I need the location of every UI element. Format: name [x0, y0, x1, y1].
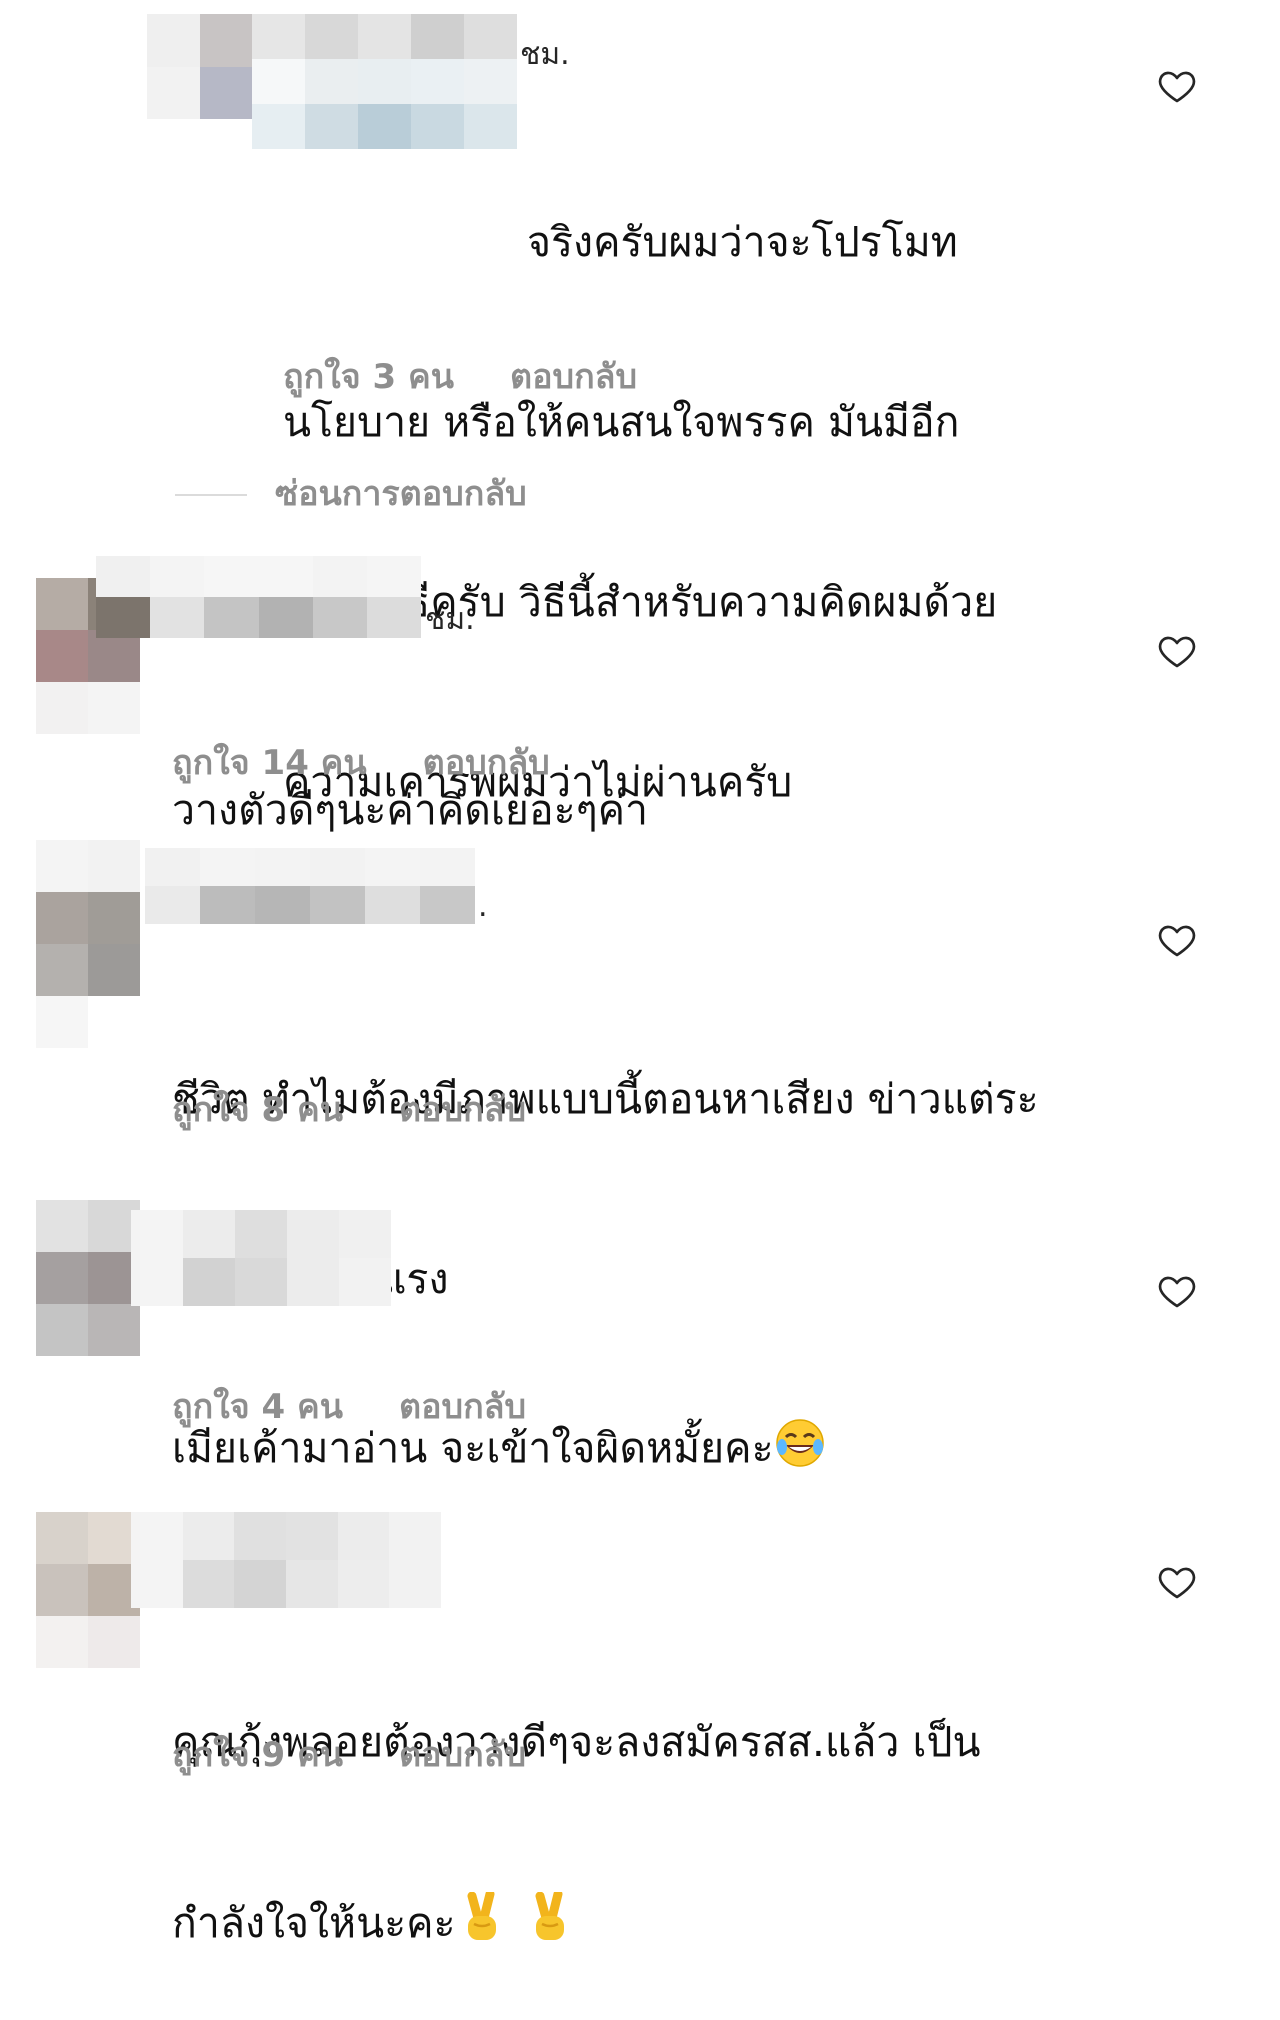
- likes-count[interactable]: ถูกใจ 9 คน: [172, 1735, 343, 1775]
- avatar-blurred[interactable]: [147, 14, 252, 119]
- comment-text: คุณกุ้งพลอยต้องวางดีๆจะลงสมัครสส.แล้ว เป…: [172, 1592, 1132, 2020]
- reply-button[interactable]: ตอบกลับ: [510, 357, 637, 397]
- like-heart-icon[interactable]: [1157, 1271, 1197, 1311]
- reply-button[interactable]: ตอบกลับ: [423, 743, 550, 783]
- hide-replies-divider: [175, 494, 247, 496]
- avatar-blurred-lower: [36, 996, 88, 1048]
- like-heart-icon[interactable]: [1157, 66, 1197, 106]
- avatar-blurred[interactable]: [36, 1512, 140, 1668]
- like-heart-icon[interactable]: [1157, 1562, 1197, 1602]
- reply-button[interactable]: ตอบกลับ: [399, 1735, 526, 1775]
- likes-count[interactable]: ถูกใจ 8 คน: [172, 1090, 343, 1130]
- comment-text-line: กำลังใจให้นะคะ: [172, 1889, 1132, 1960]
- comment-text-line: เมียเค้ามาอ่าน จะเข้าใจผิดหมั้ยคะ: [172, 1417, 1132, 1485]
- comment-text-line: นโยบาย หรือให้คนสนใจพรรค มันมีอีก: [283, 398, 960, 446]
- comment-text-span: เมียเค้ามาอ่าน จะเข้าใจผิดหมั้ยคะ: [172, 1424, 774, 1472]
- reply-button[interactable]: ตอบกลับ: [399, 1090, 526, 1130]
- like-heart-icon[interactable]: [1157, 631, 1197, 671]
- comment-time: ชม.: [425, 602, 475, 637]
- comment-time: ชม.: [520, 37, 570, 72]
- comment-meta: ถูกใจ 14 คน ตอบกลับ: [172, 743, 550, 783]
- comment-time: .: [478, 889, 488, 924]
- comment-text-span: กำลังใจให้นะคะ: [172, 1899, 456, 1947]
- comment-text-line: วางตัวดีๆนะค่าคิดเยอะๆค่า: [172, 786, 649, 834]
- likes-count[interactable]: ถูกใจ 14 คน: [172, 743, 367, 783]
- hide-replies-button[interactable]: ซ่อนการตอบกลับ: [275, 474, 527, 514]
- like-heart-icon[interactable]: [1157, 920, 1197, 960]
- likes-count[interactable]: ถูกใจ 4 คน: [172, 1387, 343, 1427]
- avatar-blurred[interactable]: [36, 1200, 140, 1356]
- reply-button[interactable]: ตอบกลับ: [399, 1387, 526, 1427]
- victory-hand-icon: [528, 1889, 574, 1960]
- username-blurred[interactable]: [96, 556, 421, 638]
- victory-hand-icon: [460, 1889, 506, 1960]
- avatar-blurred[interactable]: [36, 840, 140, 996]
- username-blurred[interactable]: [145, 848, 475, 924]
- likes-count[interactable]: ถูกใจ 3 คน: [283, 357, 454, 397]
- username-blurred[interactable]: [131, 1210, 391, 1306]
- comment-meta: ถูกใจ 8 คน ตอบกลับ: [172, 1090, 526, 1130]
- face-with-tears-of-joy-icon: [774, 1417, 826, 1485]
- comment-meta: ถูกใจ 4 คน ตอบกลับ: [172, 1387, 526, 1427]
- comment-text-line: จริงครับผมว่าจะโปรโมท: [527, 218, 958, 266]
- comment-meta: ถูกใจ 3 คน ตอบกลับ: [283, 357, 637, 397]
- comment-meta: ถูกใจ 9 คน ตอบกลับ: [172, 1735, 526, 1775]
